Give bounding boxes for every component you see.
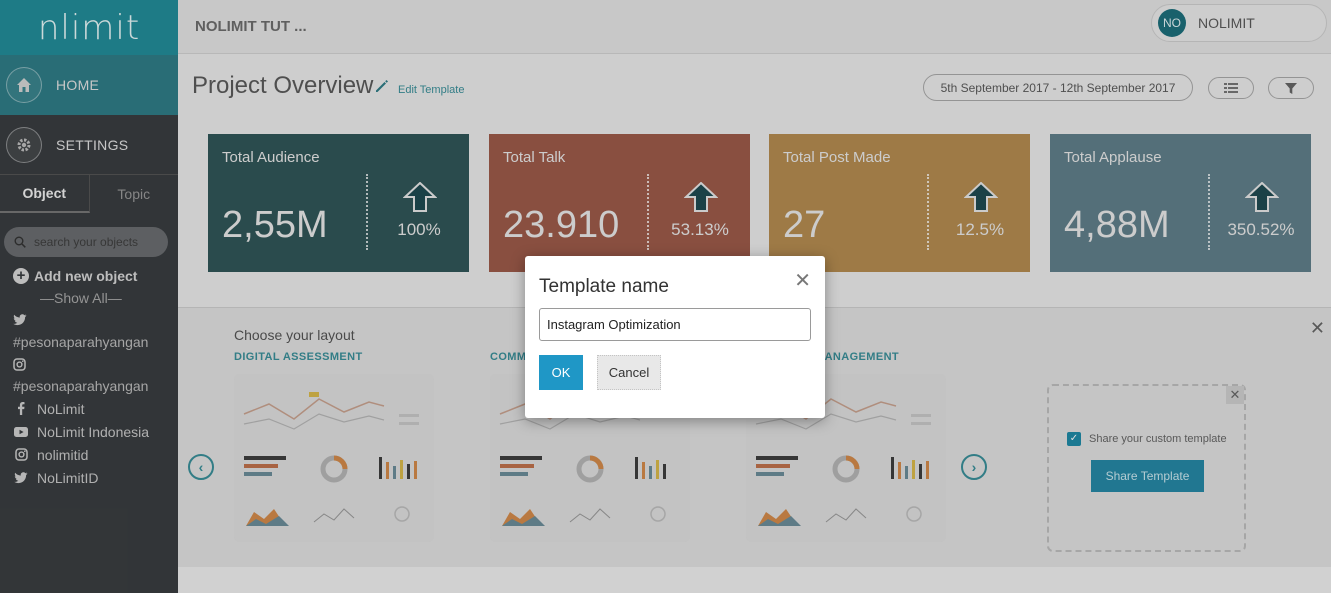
template-name-dialog: Template name ✕ OK Cancel — [525, 256, 825, 418]
close-icon[interactable]: ✕ — [794, 268, 811, 293]
ok-button[interactable]: OK — [539, 355, 583, 390]
dialog-title: Template name — [539, 276, 669, 297]
cancel-button[interactable]: Cancel — [597, 355, 661, 390]
template-name-input[interactable] — [539, 308, 811, 341]
